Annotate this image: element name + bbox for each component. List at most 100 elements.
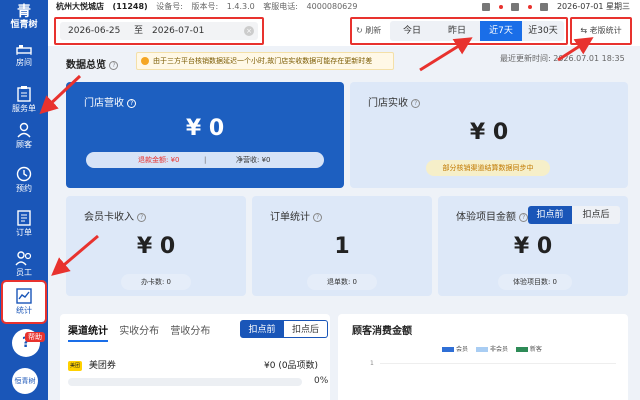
y-tick-label: 1 <box>370 360 374 367</box>
experience-amount-card[interactable]: 体验项目金额 ? 扣点前 扣点后 ¥ 0 体验项目数: 0 <box>438 196 628 296</box>
card-title: 体验项目金额 ? <box>456 208 529 223</box>
hotline-value: 4000080629 <box>306 2 358 11</box>
last-updated: 最近更新时间: 2026.07.01 18:35 <box>500 53 625 64</box>
sidebar-item-staff[interactable]: 员工 <box>0 244 48 284</box>
store-name: 杭州大悦城店 <box>56 2 104 11</box>
status-right: 2026-07-01 星期三 <box>482 0 636 14</box>
legend-swatch <box>515 347 528 352</box>
sidebar-item-statistics[interactable]: 统计 <box>1 280 47 324</box>
help-tag[interactable]: 帮助 <box>25 332 45 342</box>
date-separator: 至 <box>134 26 144 36</box>
refresh-icon: ↻ <box>356 26 363 35</box>
refresh-button[interactable]: ↻ 刷新 <box>356 22 381 40</box>
after-deduction-toggle[interactable]: 扣点后 <box>572 206 620 224</box>
clear-icon[interactable]: × <box>244 26 254 36</box>
help-circle-icon[interactable]: ? <box>109 60 119 70</box>
channel-progress-bar <box>68 378 302 386</box>
overview-title-text: 数据总览 <box>66 60 106 71</box>
range-today[interactable]: 今日 <box>390 21 434 41</box>
customer-spending-panel: 顾客消费金额 会员 非会员 新客 1 <box>338 314 628 400</box>
sidebar-item-label: 服务单 <box>12 104 36 113</box>
member-card-income-card[interactable]: 会员卡收入 ? ¥ 0 办卡数: 0 <box>66 196 246 296</box>
volume-icon <box>511 2 520 11</box>
store-actual-title: 门店实收 <box>368 98 408 109</box>
alert-dot-icon <box>498 4 503 9</box>
help-circle-icon[interactable]: ? <box>313 212 323 222</box>
last-updated-time: 2026.07.01 18:35 <box>553 54 625 63</box>
channel-tabs: 渠道统计 实收分布 营收分布 <box>68 322 218 342</box>
legend-swatch <box>475 347 488 352</box>
store-actual-card[interactable]: 门店实收 ? ¥ 0 部分核销渠道结算数据同步中 <box>350 82 628 188</box>
quick-range-group: ↻ 刷新 今日 昨日 近7天 近30天 <box>350 17 568 45</box>
range-last-30-days[interactable]: 近30天 <box>522 21 564 41</box>
legend-new-customer: 新客 <box>515 346 542 353</box>
avatar[interactable]: 恒青树 <box>12 368 38 394</box>
date-range-picker[interactable]: 2026-06-25 至 2026-07-01 × <box>54 17 264 45</box>
store-revenue-value: ¥ 0 <box>185 116 225 141</box>
experience-title: 体验项目金额 <box>456 212 516 223</box>
channel-stats-panel: 渠道统计 实收分布 营收分布 扣点前 扣点后 美团 美团券 ¥0 (0品项数) … <box>60 314 330 400</box>
clipboard-icon <box>17 86 31 102</box>
channel-value: ¥0 (0品项数) <box>264 361 319 371</box>
card-title: 订单统计 ? <box>270 208 323 223</box>
customer-spending-title: 顾客消费金额 <box>352 326 412 337</box>
brand-logo: 青 恒青树 <box>0 4 48 31</box>
tab-revenue-distribution[interactable]: 营收分布 <box>170 322 210 340</box>
after-deduction-toggle[interactable]: 扣点后 <box>284 320 328 338</box>
legend-label: 非会员 <box>489 346 508 353</box>
meituan-logo: 美团 <box>68 360 82 371</box>
refund-value: ¥0 <box>170 156 180 164</box>
legend-member: 会员 <box>442 346 468 353</box>
refund-count-badge: 退单数: 0 <box>307 274 377 290</box>
help-circle-icon[interactable]: ? <box>137 212 147 222</box>
device-label: 设备号: <box>156 2 183 11</box>
divider: | <box>204 156 207 164</box>
help-circle-icon[interactable]: ? <box>127 98 137 108</box>
chart-icon <box>16 288 32 304</box>
revenue-breakdown: 退款金额: ¥0 | 净营收: ¥0 <box>86 152 324 168</box>
store-revenue-card[interactable]: 门店营收 ? ¥ 0 退款金额: ¥0 | 净营收: ¥0 <box>66 82 344 188</box>
before-deduction-toggle[interactable]: 扣点前 <box>240 320 284 338</box>
chart-legend: 会员 非会员 新客 <box>442 344 548 353</box>
brand-name: 恒青树 <box>10 20 38 30</box>
bed-icon <box>16 45 32 55</box>
tab-actual-distribution[interactable]: 实收分布 <box>119 322 159 340</box>
range-yesterday[interactable]: 昨日 <box>434 21 480 41</box>
sidebar-item-label: 房间 <box>16 58 32 67</box>
sidebar-item-appointments[interactable]: 预约 <box>0 160 48 200</box>
clock-icon <box>16 166 32 182</box>
channel-percent: 0% <box>314 376 329 386</box>
date-start[interactable]: 2026-06-25 <box>68 22 120 40</box>
channel-name: 美团券 <box>88 361 116 371</box>
staff-icon <box>15 251 32 266</box>
toolbar: 2026-06-25 至 2026-07-01 × ↻ 刷新 今日 昨日 近7天… <box>48 14 640 46</box>
sidebar-item-orders[interactable]: 订单 <box>0 204 48 244</box>
help-circle-icon[interactable]: ? <box>519 212 529 222</box>
store-actual-value: ¥ 0 <box>469 120 509 145</box>
sidebar-item-rooms[interactable]: 房间 <box>0 36 48 76</box>
legacy-stats-button[interactable]: ⇆ 老版统计 <box>570 17 632 45</box>
info-dot-icon <box>141 57 149 65</box>
refund-label: 退款金额: <box>138 156 169 164</box>
card-title: 门店实收 ? <box>368 94 421 109</box>
gridline <box>380 363 616 364</box>
before-deduction-toggle[interactable]: 扣点前 <box>528 206 572 224</box>
range-last-7-days[interactable]: 近7天 <box>480 21 522 41</box>
document-icon <box>17 210 31 226</box>
date-range-field[interactable]: 2026-06-25 至 2026-07-01 × <box>60 22 258 40</box>
sidebar-item-service-orders[interactable]: 服务单 <box>0 80 48 120</box>
last-updated-label: 最近更新时间: <box>500 54 551 63</box>
legend-swatch <box>442 347 454 352</box>
member-card-value: ¥ 0 <box>136 234 176 259</box>
sidebar-item-label: 员工 <box>16 268 32 277</box>
sidebar-item-label: 统计 <box>16 306 32 315</box>
sidebar-item-customers[interactable]: 顾客 <box>0 116 48 156</box>
sync-status-badge: 部分核销渠道结算数据同步中 <box>426 160 550 176</box>
date-end[interactable]: 2026-07-01 <box>152 22 204 40</box>
alert-dot-icon <box>527 4 532 9</box>
card-title: 门店营收 ? <box>84 94 137 109</box>
order-stats-card[interactable]: 订单统计 ? 1 退单数: 0 <box>252 196 432 296</box>
tab-channel-stats[interactable]: 渠道统计 <box>68 322 108 342</box>
member-card-title: 会员卡收入 <box>84 212 134 223</box>
help-circle-icon[interactable]: ? <box>411 98 421 108</box>
